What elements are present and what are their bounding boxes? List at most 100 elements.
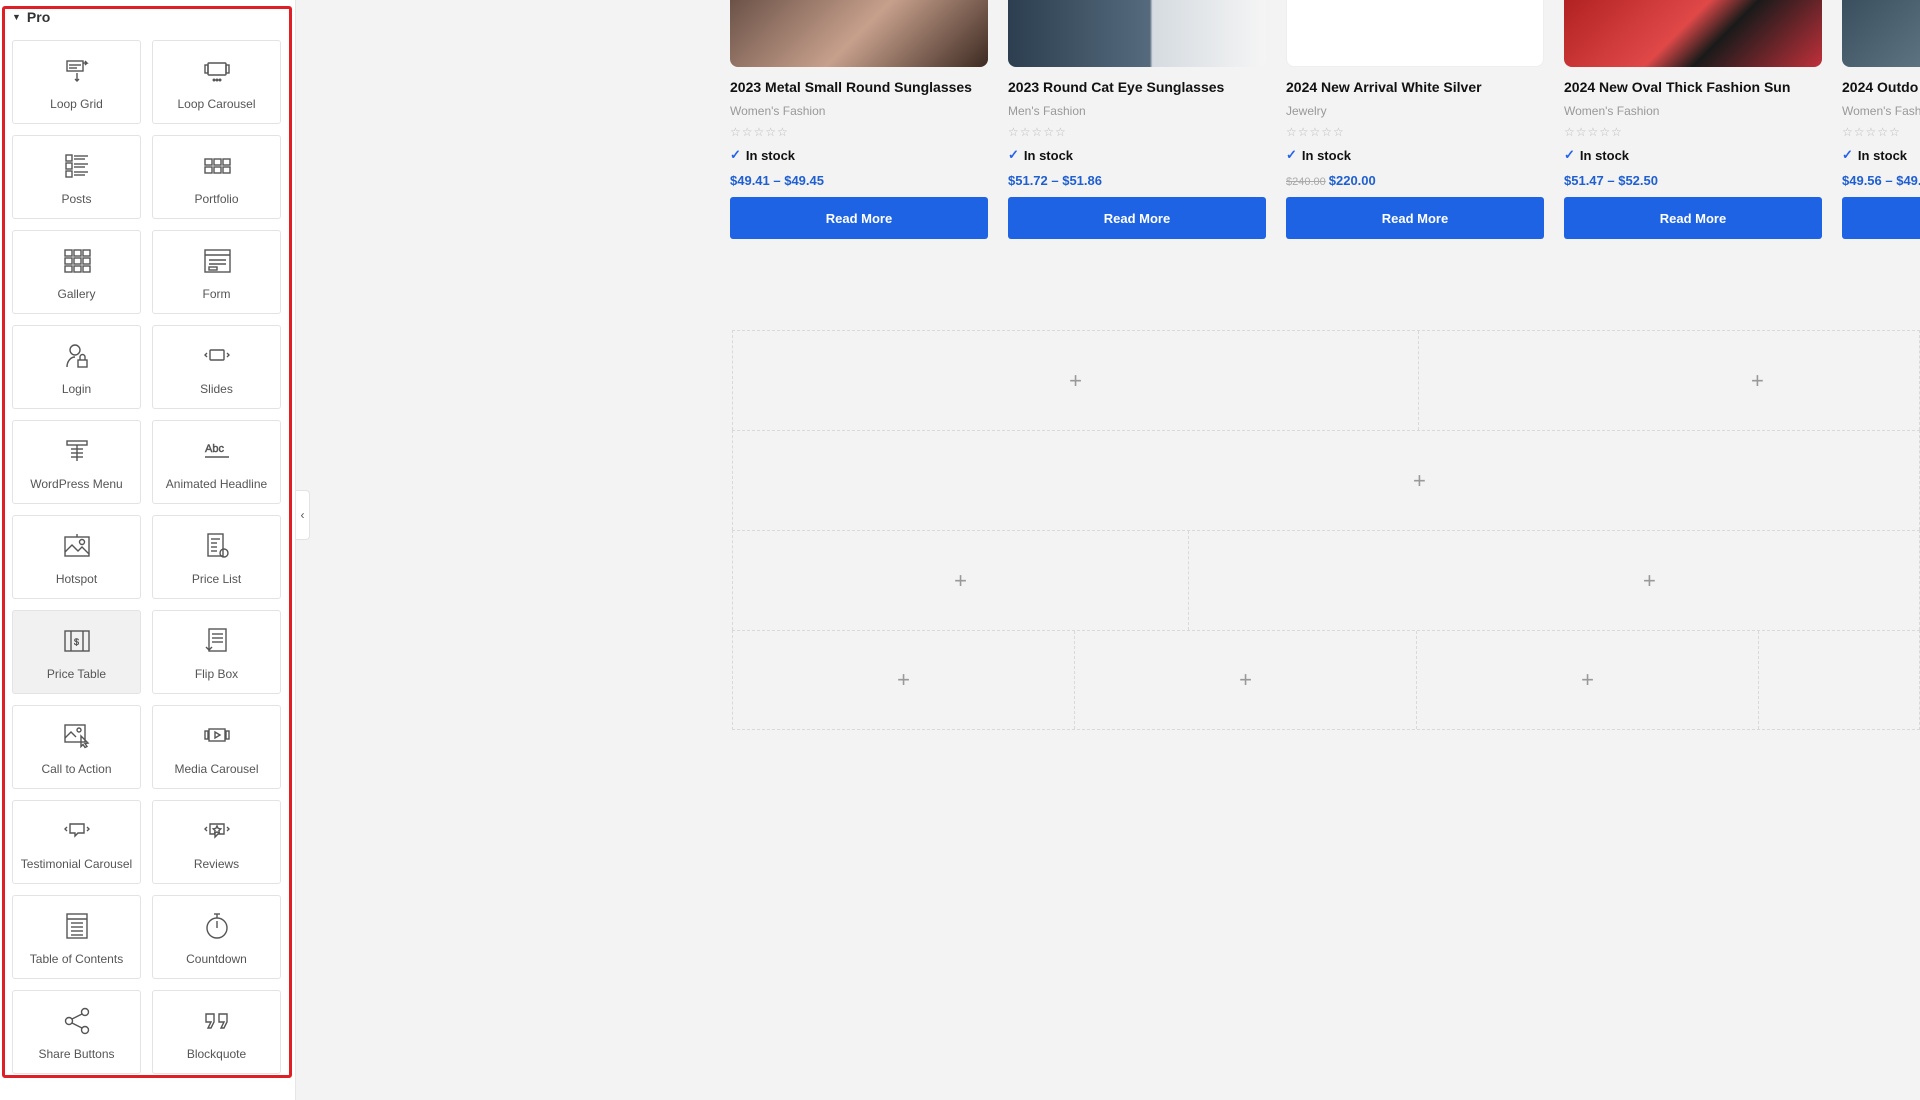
widget-flip-box[interactable]: Flip Box: [152, 610, 281, 694]
stock-status: ✓ In stock: [730, 147, 988, 163]
widget-price-table[interactable]: $ Price Table: [12, 610, 141, 694]
product-title[interactable]: 2024 New Arrival White Silver: [1286, 79, 1544, 95]
product-image[interactable]: [1008, 0, 1266, 67]
widget-label: Portfolio: [194, 192, 239, 206]
read-more-button[interactable]: Read More: [730, 197, 988, 239]
empty-column[interactable]: +: [1419, 331, 1920, 430]
empty-column[interactable]: +: [1189, 531, 1920, 630]
add-element-icon[interactable]: +: [954, 568, 967, 594]
widget-label: Call to Action: [41, 762, 112, 776]
widget-price-list[interactable]: Price List: [152, 515, 281, 599]
widget-form[interactable]: Form: [152, 230, 281, 314]
add-element-icon[interactable]: +: [1239, 667, 1252, 693]
product-image[interactable]: [1564, 0, 1822, 67]
collapse-panel-button[interactable]: ‹: [296, 490, 310, 540]
rating-stars: ☆☆☆☆☆: [1286, 125, 1345, 139]
product-category[interactable]: Women's Fashion: [730, 104, 988, 118]
section-title: Pro: [26, 9, 51, 25]
product-category[interactable]: Men's Fashion: [1008, 104, 1266, 118]
widget-blockquote[interactable]: Blockquote: [152, 990, 281, 1074]
widget-label: Table of Contents: [29, 952, 124, 966]
stock-label: In stock: [1579, 147, 1630, 163]
add-element-icon[interactable]: +: [1643, 568, 1656, 594]
widget-table-of-contents[interactable]: Table of Contents: [12, 895, 141, 979]
widget-reviews[interactable]: Reviews: [152, 800, 281, 884]
widget-posts[interactable]: Posts: [12, 135, 141, 219]
product-image[interactable]: [1286, 0, 1544, 67]
product-category[interactable]: Jewelry: [1286, 104, 1544, 118]
share-buttons-icon: [61, 1005, 93, 1037]
read-more-button[interactable]: Read More: [1286, 197, 1544, 239]
product-category[interactable]: Women's Fash: [1842, 104, 1920, 118]
add-element-icon[interactable]: +: [897, 667, 910, 693]
widget-hotspot[interactable]: Hotspot: [12, 515, 141, 599]
empty-column[interactable]: +: [733, 331, 1419, 430]
check-icon: ✓: [1286, 147, 1297, 162]
product-title[interactable]: 2023 Round Cat Eye Sunglasses: [1008, 79, 1266, 95]
price-list-icon: [201, 530, 233, 562]
rating-stars: ☆☆☆☆☆: [730, 125, 789, 139]
read-more-button[interactable]: Read More: [1564, 197, 1822, 239]
check-icon: ✓: [730, 147, 741, 162]
read-more-button[interactable]: Read More: [1842, 197, 1920, 239]
widget-share-buttons[interactable]: Share Buttons: [12, 990, 141, 1074]
widget-wordpress-menu[interactable]: WordPress Menu: [12, 420, 141, 504]
widget-gallery[interactable]: Gallery: [12, 230, 141, 314]
price-table-icon: $: [61, 625, 93, 657]
product-image[interactable]: [730, 0, 988, 67]
product-title[interactable]: 2024 Outdo: [1842, 79, 1920, 95]
widget-label: Price List: [191, 572, 242, 586]
add-element-icon[interactable]: +: [1413, 468, 1426, 494]
stock-label: In stock: [1023, 147, 1074, 163]
product-card: 2024 New Oval Thick Fashion Sun Women's F…: [1564, 0, 1822, 239]
product-image[interactable]: [1842, 0, 1920, 67]
empty-column[interactable]: +: [1075, 631, 1417, 729]
empty-column[interactable]: +: [1417, 631, 1759, 729]
table-of-contents-icon: [61, 910, 93, 942]
widget-countdown[interactable]: Countdown: [152, 895, 281, 979]
widget-animated-headline[interactable]: Abc Animated Headline: [152, 420, 281, 504]
check-icon: ✓: [1008, 147, 1019, 162]
empty-column[interactable]: +: [733, 431, 1920, 530]
posts-icon: [61, 150, 93, 182]
widget-label: Blockquote: [186, 1047, 247, 1061]
widget-label: Flip Box: [194, 667, 239, 681]
svg-text:$: $: [74, 637, 79, 647]
empty-column[interactable]: +: [733, 531, 1189, 630]
add-element-icon[interactable]: +: [1581, 667, 1594, 693]
product-card: 2023 Metal Small Round Sunglasses Women's…: [730, 0, 988, 239]
widget-slides[interactable]: Slides: [152, 325, 281, 409]
form-icon: [201, 245, 233, 277]
rating-stars: ☆☆☆☆☆: [1842, 125, 1901, 139]
add-element-icon[interactable]: +: [1069, 368, 1082, 394]
product-price: $51.72 – $51.86: [1008, 173, 1266, 188]
product-title[interactable]: 2024 New Oval Thick Fashion Sun: [1564, 79, 1822, 95]
widget-label: Media Carousel: [174, 762, 259, 776]
old-price: $240.00: [1286, 176, 1326, 188]
read-more-button[interactable]: Read More: [1008, 197, 1266, 239]
gallery-icon: [61, 245, 93, 277]
add-element-icon[interactable]: +: [1751, 368, 1764, 394]
widget-loop-grid[interactable]: Loop Grid: [12, 40, 141, 124]
widget-media-carousel[interactable]: Media Carousel: [152, 705, 281, 789]
product-title[interactable]: 2023 Metal Small Round Sunglasses: [730, 79, 988, 95]
widget-portfolio[interactable]: Portfolio: [152, 135, 281, 219]
reviews-icon: [201, 815, 233, 847]
product-card: 2024 New Arrival White Silver Jewelry ☆☆☆☆…: [1286, 0, 1544, 239]
widget-login[interactable]: Login: [12, 325, 141, 409]
empty-column[interactable]: [1759, 631, 1920, 729]
testimonial-carousel-icon: [61, 815, 93, 847]
widget-testimonial-carousel[interactable]: Testimonial Carousel: [12, 800, 141, 884]
stock-status: ✓ In stock: [1564, 147, 1822, 163]
current-price: $49.56 – $49.8: [1842, 173, 1920, 188]
product-category[interactable]: Women's Fashion: [1564, 104, 1822, 118]
widget-loop-carousel[interactable]: Loop Carousel: [152, 40, 281, 124]
pro-section-header[interactable]: ▼ Pro: [12, 9, 50, 25]
widget-call-to-action[interactable]: Call to Action: [12, 705, 141, 789]
empty-column[interactable]: +: [733, 631, 1075, 729]
widget-label: Login: [61, 382, 92, 396]
widget-label: Animated Headline: [165, 477, 268, 491]
product-price: $240.00 $220.00: [1286, 173, 1544, 188]
widget-label: Gallery: [57, 287, 96, 301]
countdown-icon: [201, 910, 233, 942]
